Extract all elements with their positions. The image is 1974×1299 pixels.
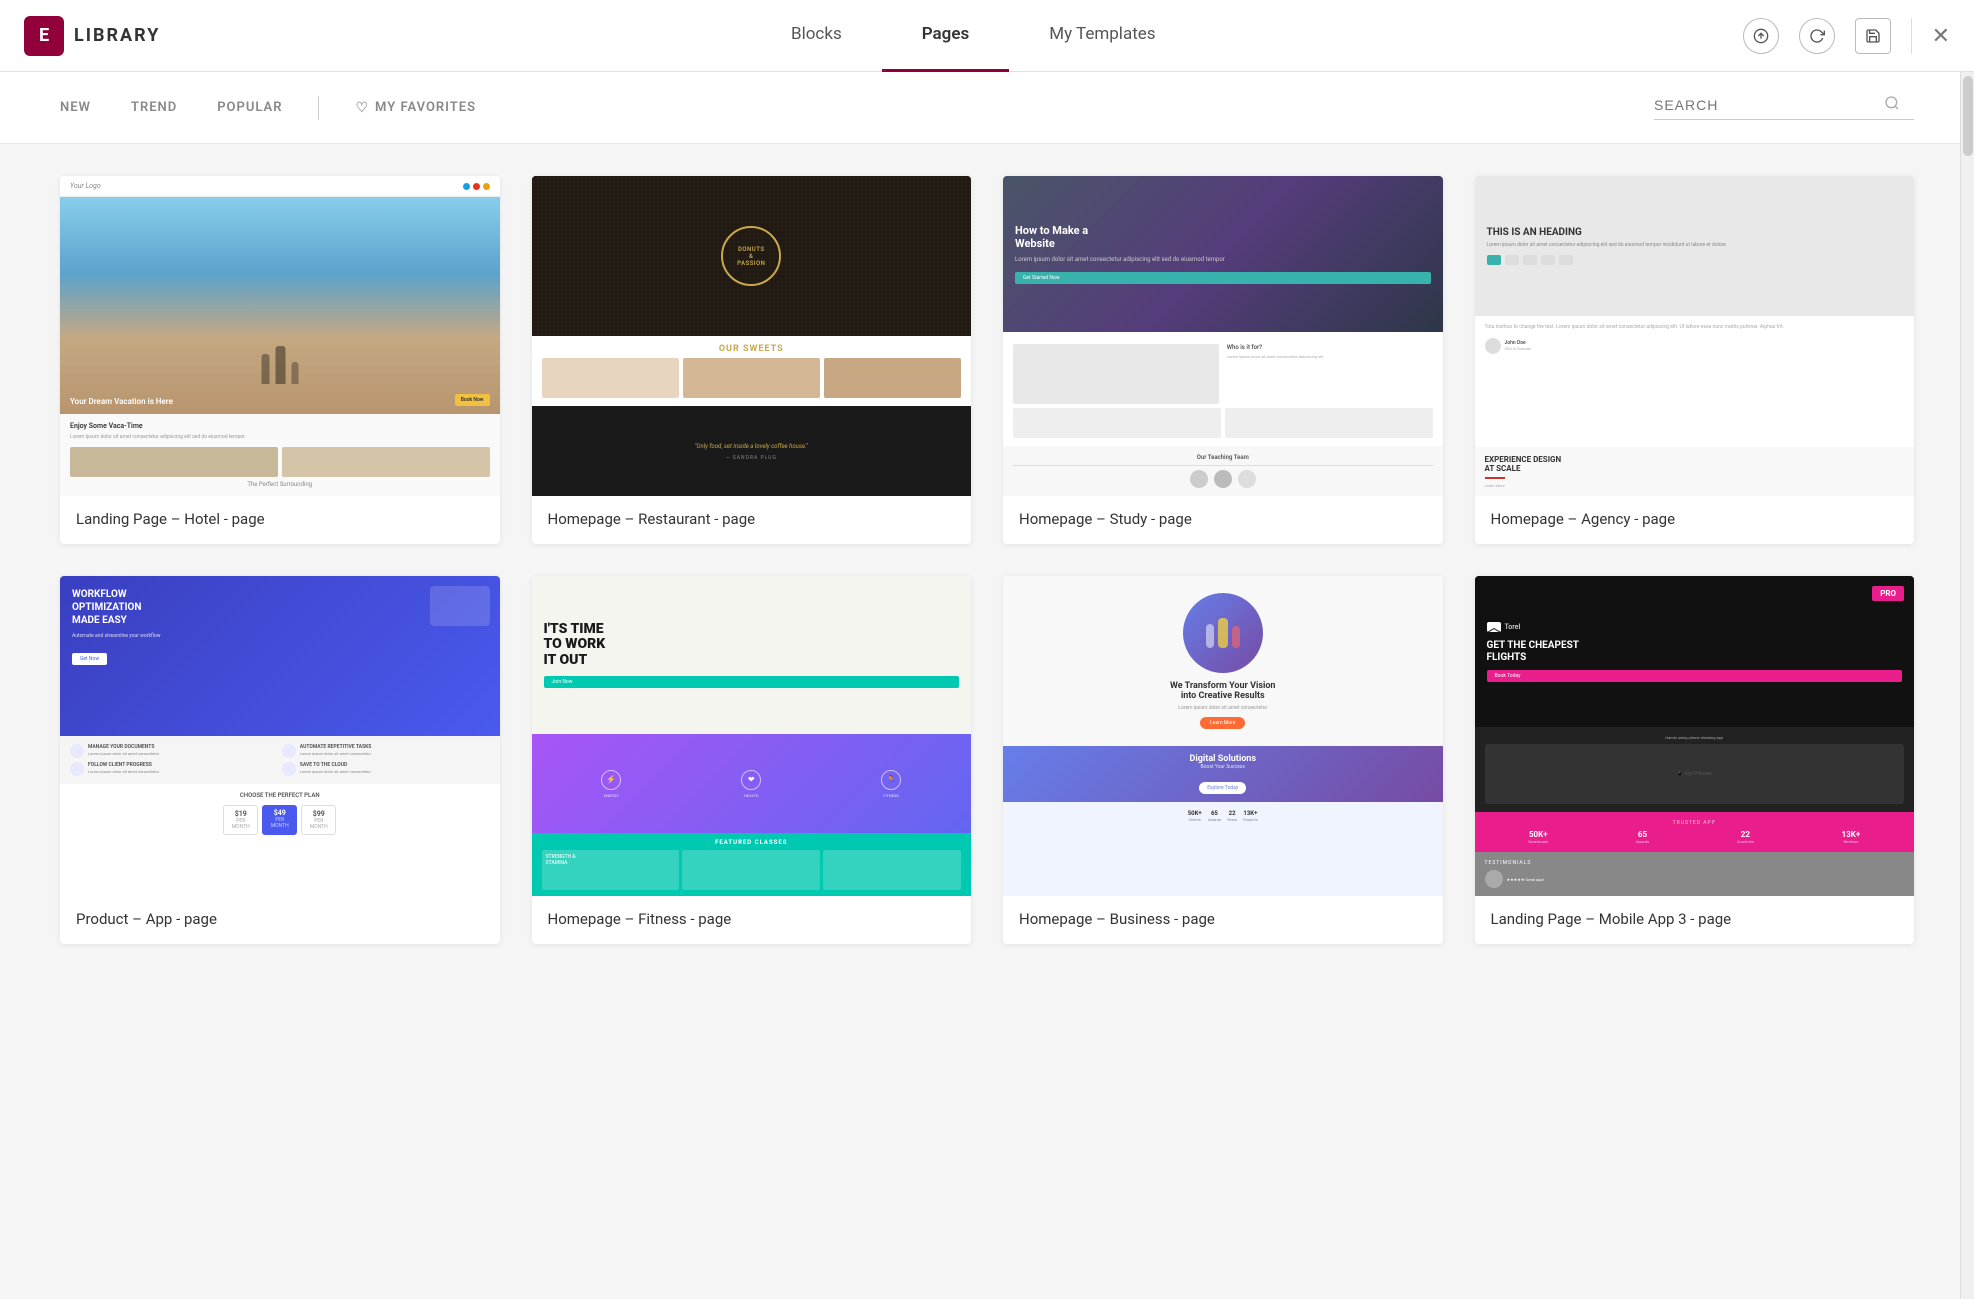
card-fitness[interactable]: I'TS TIMETO WORKIT OUT Join Now ⚡ ENERGY…	[532, 576, 972, 944]
card-preview-hotel: Your Logo Your	[60, 176, 500, 496]
search-input[interactable]	[1654, 97, 1874, 113]
search-icon	[1884, 95, 1900, 115]
logo-icon: E	[24, 16, 64, 56]
card-preview-fitness: I'TS TIMETO WORKIT OUT Join Now ⚡ ENERGY…	[532, 576, 972, 896]
filter-favorites[interactable]: ♡ MY FAVORITES	[335, 72, 496, 144]
card-preview-agency: THIS IS AN HEADING Lorem ipsum dolor sit…	[1475, 176, 1915, 496]
close-button[interactable]: ✕	[1932, 23, 1950, 49]
heart-icon: ♡	[355, 100, 369, 116]
logo-area: E LIBRARY	[24, 16, 204, 56]
card-agency[interactable]: THIS IS AN HEADING Lorem ipsum dolor sit…	[1475, 176, 1915, 544]
card-title-hotel: Landing Page – Hotel - page	[60, 496, 500, 544]
card-preview-restaurant: DONUTS&PASSION OUR SWEETS "Only food, se…	[532, 176, 972, 496]
scrollbar-thumb[interactable]	[1963, 76, 1973, 156]
card-app[interactable]: WORKFLOWOPTIMIZATIONMADE EASY Automate a…	[60, 576, 500, 944]
logo-letter: E	[39, 25, 49, 46]
card-hotel[interactable]: Your Logo Your	[60, 176, 500, 544]
filter-divider	[318, 96, 319, 120]
card-title-fitness: Homepage – Fitness - page	[532, 896, 972, 944]
tab-pages[interactable]: Pages	[882, 0, 1010, 72]
card-business[interactable]: We Transform Your Visioninto Creative Re…	[1003, 576, 1443, 944]
refresh-button[interactable]	[1799, 18, 1835, 54]
scrollbar[interactable]	[1960, 72, 1974, 1299]
card-mobile[interactable]: PRO Torel GET THE CHEAPESTFLIGHTS Book T…	[1475, 576, 1915, 944]
search-area	[1654, 95, 1914, 120]
card-title-restaurant: Homepage – Restaurant - page	[532, 496, 972, 544]
content-grid: Your Logo Your	[0, 144, 1974, 984]
card-restaurant[interactable]: DONUTS&PASSION OUR SWEETS "Only food, se…	[532, 176, 972, 544]
card-title-app: Product – App - page	[60, 896, 500, 944]
filter-tabs: NEW TREND POPULAR ♡ MY FAVORITES	[60, 72, 1654, 144]
card-preview-study: How to Make aWebsite Lorem ipsum dolor s…	[1003, 176, 1443, 496]
card-preview-app: WORKFLOWOPTIMIZATIONMADE EASY Automate a…	[60, 576, 500, 896]
nav-tabs: Blocks Pages My Templates	[204, 0, 1743, 72]
card-title-mobile: Landing Page – Mobile App 3 - page	[1475, 896, 1915, 944]
filter-bar: NEW TREND POPULAR ♡ MY FAVORITES	[0, 72, 1974, 144]
card-preview-business: We Transform Your Visioninto Creative Re…	[1003, 576, 1443, 896]
pro-badge: PRO	[1872, 586, 1904, 601]
tab-my-templates[interactable]: My Templates	[1009, 0, 1195, 72]
card-title-business: Homepage – Business - page	[1003, 896, 1443, 944]
header: E LIBRARY Blocks Pages My Templates	[0, 0, 1974, 72]
filter-new[interactable]: NEW	[60, 72, 111, 144]
logo-text: LIBRARY	[74, 25, 160, 46]
upload-button[interactable]	[1743, 18, 1779, 54]
card-preview-mobile: PRO Torel GET THE CHEAPESTFLIGHTS Book T…	[1475, 576, 1915, 896]
card-title-agency: Homepage – Agency - page	[1475, 496, 1915, 544]
tab-blocks[interactable]: Blocks	[751, 0, 882, 72]
filter-popular[interactable]: POPULAR	[197, 72, 302, 144]
filter-trend[interactable]: TREND	[111, 72, 197, 144]
header-divider	[1911, 18, 1912, 54]
header-actions: ✕	[1743, 18, 1950, 54]
card-study[interactable]: How to Make aWebsite Lorem ipsum dolor s…	[1003, 176, 1443, 544]
save-button[interactable]	[1855, 18, 1891, 54]
card-title-study: Homepage – Study - page	[1003, 496, 1443, 544]
